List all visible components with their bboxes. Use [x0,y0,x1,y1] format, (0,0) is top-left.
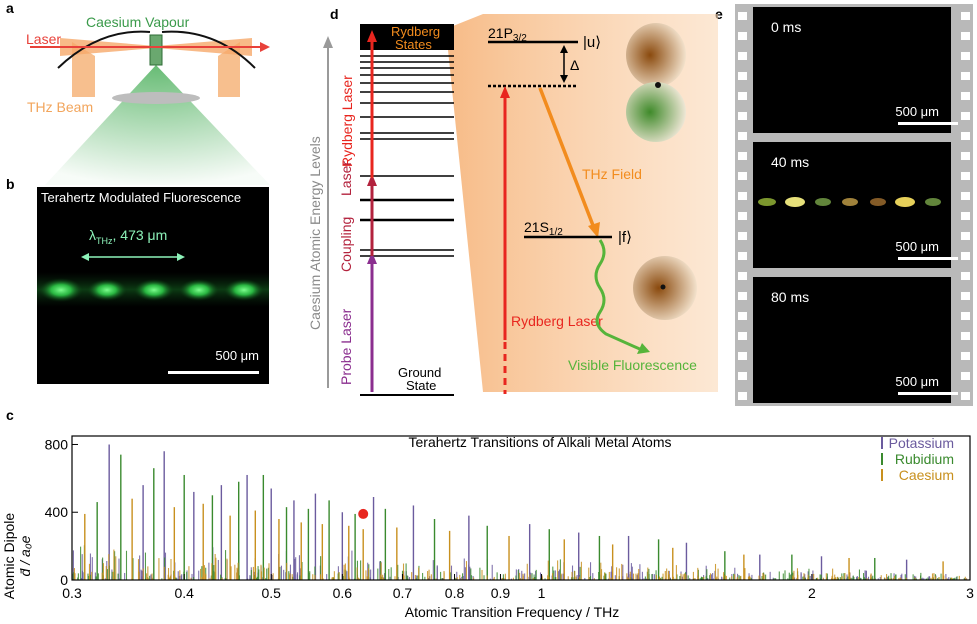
lambda-value: , 473 μm [112,227,168,243]
x-tick-label: 0.8 [445,585,465,601]
frame-time: 40 ms [771,154,810,170]
label-thz-beam: THz Beam [27,99,93,115]
frame-scale-bar [898,257,958,260]
frame-scale-label: 500 μm [895,104,939,119]
fluorescence-image: Terahertz Modulated Fluorescence λTHz, 4… [37,187,269,384]
x-axis-label: Atomic Transition Frequency / THz [405,604,619,620]
rydberg-laser-label-right: Rydberg Laser [511,313,603,329]
legend-label: Rubidium [895,451,954,467]
scale-bar [168,371,259,374]
fluorescence-caption: Terahertz Modulated Fluorescence [41,190,242,205]
x-tick-label: 0.7 [393,585,413,601]
coupling-label: Coupling [338,217,354,272]
label-laser: Laser [26,31,61,47]
frame-scale-label: 500 μm [895,374,939,389]
ground-label-b: State [406,378,436,393]
rydberg-states-label-b: States [395,37,432,52]
probe-laser-label: Probe Laser [338,308,354,385]
frame-fluorescence-spots [758,197,941,207]
x-tick-label: 2 [808,585,816,601]
coupling-laser-label: Laser [338,161,354,196]
setup-schematic: Caesium Vapour Laser THz Beam [26,14,270,185]
y-axis-label-line2: d̄ / a₀e [17,535,33,576]
detuning-label: Δ [570,57,579,73]
film-frame-40ms: 40 ms 500 μm [753,142,958,268]
energy-axis-label: Caesium Atomic Energy Levels [307,136,323,330]
film-frame-80ms: 80 ms 500 μm [753,277,958,403]
dipole-chart: 0.3 0.4 0.5 0.6 0.7 0.8 0.9 1 2 3 0400800 Teraher… [1,434,974,620]
x-tick-label: 3 [966,585,974,601]
frame-scale-bar [898,392,958,395]
laser-arrow-icon [260,42,270,52]
frame-scale-bar [898,122,958,125]
x-tick-label: 0.5 [261,585,281,601]
y-tick-label: 800 [45,436,69,452]
scale-label: 500 μm [215,348,259,363]
upper-ket-label: |u⟩ [583,34,601,51]
rydberg-laser-label-left: Rydberg Laser [339,75,355,167]
energy-axis-arrow-icon [323,36,333,48]
legend-label: Caesium [899,467,954,483]
legend-label: Potassium [889,435,954,451]
chart-title: Terahertz Transitions of Alkali Metal At… [409,434,672,450]
film-frame-0ms: 0 ms 500 μm [753,7,958,133]
lens [112,92,200,104]
frame-scale-label: 500 μm [895,239,939,254]
wavelength-label: λTHz, 473 μm [89,227,167,246]
energy-levels [360,55,454,396]
y-tick-label: 0 [60,572,68,588]
frame-time: 0 ms [771,19,802,35]
y-axis-label-line1: Atomic Dipole [1,513,17,600]
chart-bars [71,444,968,580]
x-tick-label: 1 [538,585,546,601]
energy-level-diagram: Caesium Atomic Energy Levels Rydberg Sta… [307,14,718,396]
visible-fluorescence-label: Visible Fluorescence [568,357,697,373]
thz-field-label: THz Field [582,166,642,182]
y-tick-label: 400 [45,504,69,520]
chart-axes [71,435,971,581]
highlight-point [358,508,369,519]
frame-time: 80 ms [771,289,810,305]
film-strip: 0 ms 500 μm 40 ms 500 μm 80 ms 500 μm [735,4,973,406]
x-tick-label: 0.4 [174,585,194,601]
chart-legend: PotassiumRubidiumCaesium [881,435,954,483]
s-orbital-illustration [633,256,697,320]
x-tick-label: 0.9 [491,585,511,601]
vapour-cell [149,34,163,66]
label-caesium-vapour: Caesium Vapour [86,14,190,30]
x-tick-label: 0.6 [333,585,353,601]
lower-ket-label: |f⟩ [618,229,632,246]
lambda-subscript: THz [96,235,113,246]
lambda-symbol: λ [89,227,96,243]
